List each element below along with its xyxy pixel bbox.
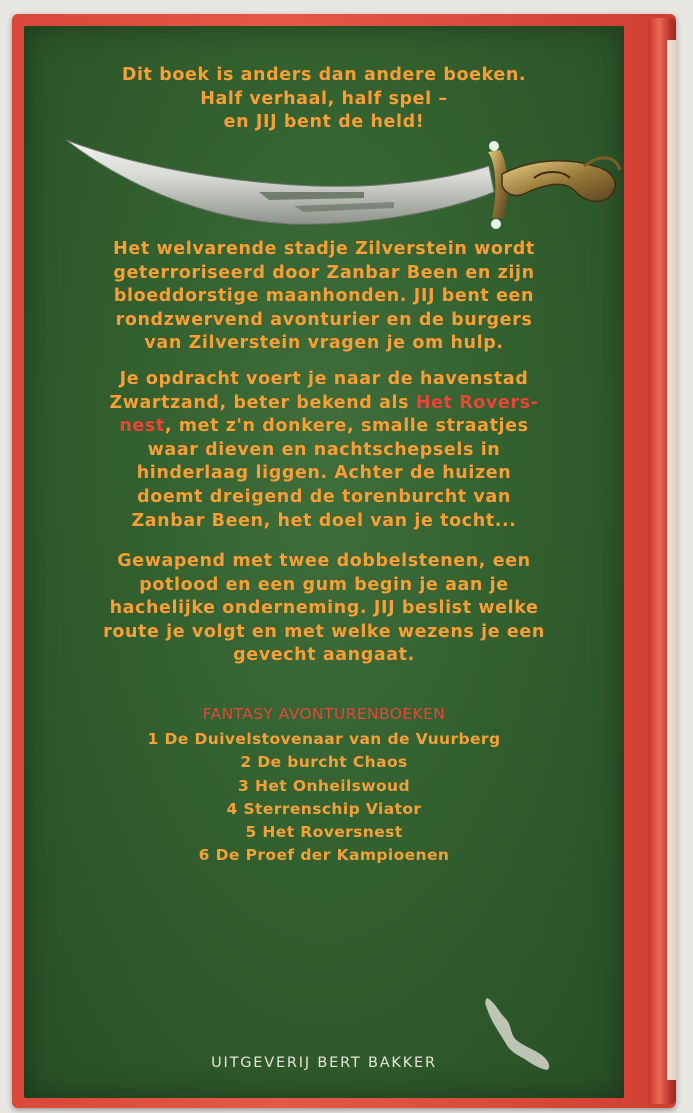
series-list-item: 1 De Duivelstovenaar van de Vuurberg xyxy=(147,730,501,748)
paragraph-line: Zanbar Been, het doel van je tocht... xyxy=(131,510,517,531)
paragraph-line: hinderlaag liggen. Achter de huizen xyxy=(136,463,512,484)
paragraph-line: geterroriseerd door Zanbar Been en zijn xyxy=(113,262,535,283)
paragraph-line: Gewapend met twee dobbelstenen, een xyxy=(117,551,531,571)
paragraph-text: Zwartzand, beter bekend als xyxy=(109,392,416,413)
description-paragraph-3: Gewapend met twee dobbelstenen, een potl… xyxy=(24,550,624,668)
series-list-item: 4 Sterrenschip Viator xyxy=(226,799,422,818)
description-paragraph-1: Het welvarende stadje Zilverstein wordt … xyxy=(24,238,624,356)
paragraph-line: rondzwervend avonturier en de burgers xyxy=(115,309,533,330)
series-list-item: 6 De Proef der Kampioenen xyxy=(198,846,450,865)
paragraph-line: doemt dreigend de torenburcht van xyxy=(137,486,511,507)
paragraph-line: nest, met z'n donkere, smalle straatjes xyxy=(24,415,624,439)
paragraph-line: bloeddorstige maanhonden. JIJ bent een xyxy=(113,286,535,307)
paragraph-line: Het welvarende stadje Zilverstein wordt xyxy=(113,239,535,259)
paragraph-line: potlood en een gum begin je aan je xyxy=(139,574,509,595)
paragraph-text: , met z'n donkere, smalle straatjes xyxy=(164,416,529,437)
publisher-name: UITGEVERIJ BERT BAKKER xyxy=(211,1055,437,1071)
paragraph-line: Zwartzand, beter bekend als Het Rovers- xyxy=(24,392,624,416)
highlighted-title: Het Rovers- xyxy=(415,392,539,413)
series-list-item: 5 Het Roversnest xyxy=(245,823,403,842)
description-paragraph-2: Je opdracht voert je naar de havenstad Z… xyxy=(24,368,624,533)
series-list-item: 3 Het Onheilswoud xyxy=(238,776,410,795)
series-list: 1 De Duivelstovenaar van de Vuurberg 2 D… xyxy=(24,728,624,868)
intro-line: Half verhaal, half spel – xyxy=(200,88,448,109)
paragraph-line: route je volgt en met welke wezens je ee… xyxy=(103,621,545,642)
book-page-edges xyxy=(667,40,677,1080)
book-back-cover: Dit boek is anders dan andere boeken. Ha… xyxy=(0,0,693,1113)
paragraph-line: van Zilverstein vragen je om hulp. xyxy=(144,333,504,354)
series-list-item: 2 De burcht Chaos xyxy=(240,753,408,772)
intro-line: Dit boek is anders dan andere boeken. xyxy=(121,65,527,85)
paragraph-line: gevecht aangaat. xyxy=(233,645,415,666)
paragraph-line: Je opdracht voert je naar de havenstad xyxy=(119,369,529,389)
scimitar-illustration xyxy=(65,139,622,229)
paragraph-line: hachelijke onderneming. JIJ beslist welk… xyxy=(109,598,539,619)
series-heading: FANTASY AVONTURENBOEKEN xyxy=(202,705,446,723)
highlighted-title: nest xyxy=(119,416,165,437)
paragraph-line: waar dieven en nachtschepsels in xyxy=(147,439,501,460)
green-cover-panel: Dit boek is anders dan andere boeken. Ha… xyxy=(24,26,624,1098)
